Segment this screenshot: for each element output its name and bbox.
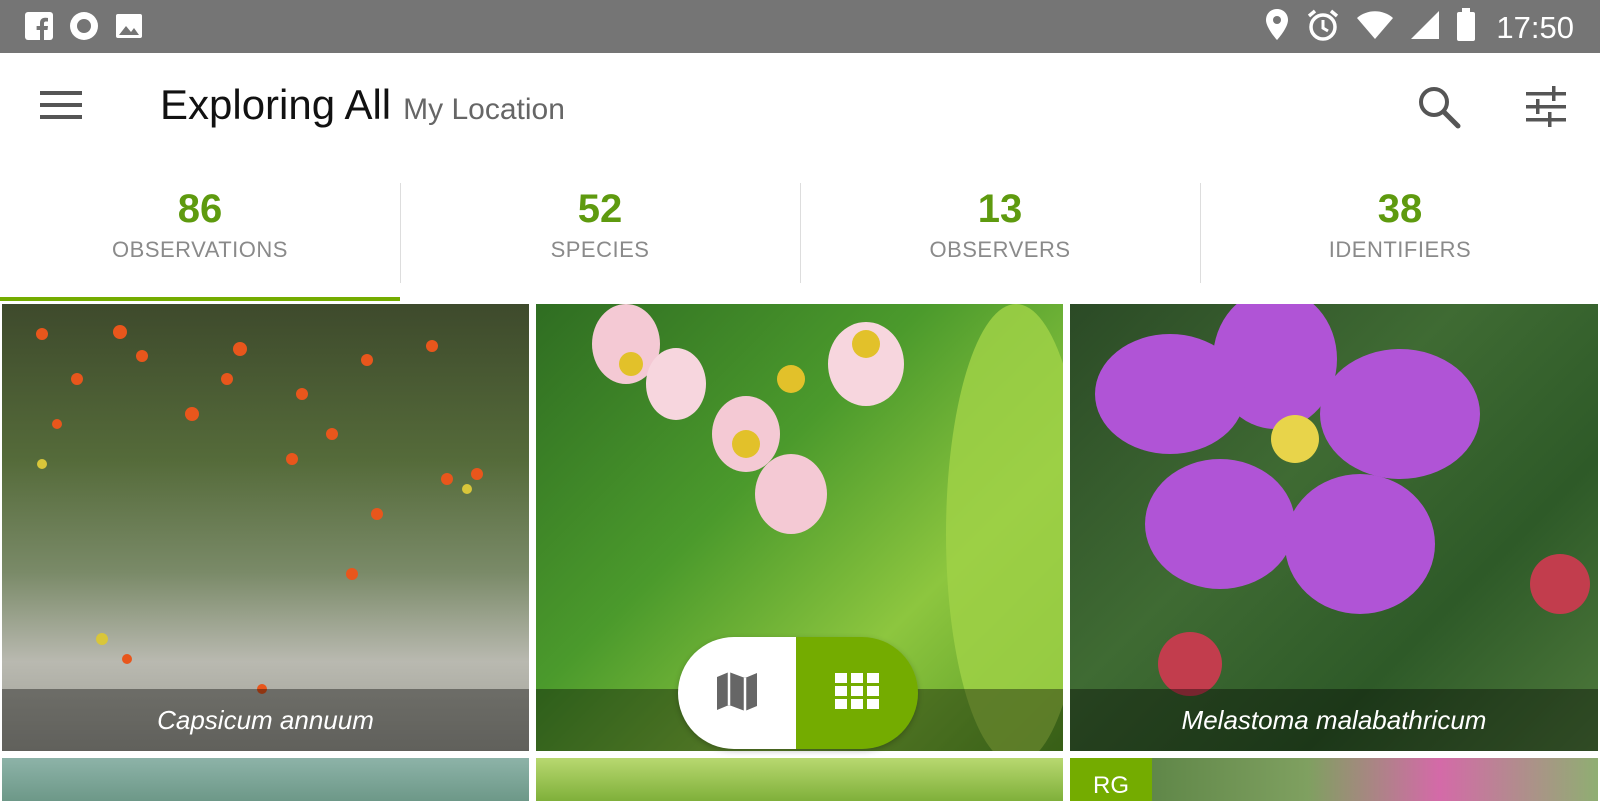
tab-observations[interactable]: 86 OBSERVATIONS <box>0 171 400 302</box>
tab-species[interactable]: 52 SPECIES <box>400 171 800 301</box>
view-toggle <box>678 637 918 749</box>
facebook-icon <box>24 11 54 46</box>
filter-button[interactable] <box>1522 83 1570 131</box>
species-label: SPECIES <box>550 237 650 262</box>
observation-tile[interactable] <box>2 758 529 801</box>
observations-count: 86 <box>177 187 223 231</box>
alarm-icon <box>1306 8 1340 47</box>
battery-icon <box>1456 8 1476 47</box>
identifiers-count: 38 <box>1377 187 1423 231</box>
filter-sliders-icon <box>1522 86 1570 135</box>
hamburger-menu-icon <box>38 91 84 129</box>
menu-button[interactable] <box>38 85 84 125</box>
observation-tile[interactable]: Capsicum annuum <box>2 304 529 751</box>
signal-icon <box>1410 10 1440 45</box>
research-grade-badge: RG <box>1070 758 1152 801</box>
plant-photo <box>1095 304 1590 696</box>
tab-identifiers[interactable]: 38 IDENTIFIERS <box>1200 171 1600 301</box>
observers-label: OBSERVERS <box>929 237 1071 262</box>
page-title-group: Exploring All My Location <box>160 81 565 129</box>
location-subtitle[interactable]: My Location <box>403 93 565 127</box>
tab-observers[interactable]: 13 OBSERVERS <box>800 171 1200 301</box>
tile-caption: Capsicum annuum <box>2 689 529 751</box>
image-icon <box>114 11 144 46</box>
observation-tile[interactable]: RG <box>1070 758 1598 801</box>
status-bar-time: 17:50 <box>1496 9 1574 45</box>
observation-tile[interactable] <box>536 758 1063 801</box>
page-title: Exploring All <box>160 81 392 128</box>
location-pin-icon <box>1264 8 1290 47</box>
tile-caption: Melastoma malabathricum <box>1070 689 1598 751</box>
status-bar-system: 17:50 <box>1264 8 1574 47</box>
observations-label: OBSERVATIONS <box>112 237 288 262</box>
status-bar: 17:50 <box>0 0 1600 53</box>
circle-notification-icon <box>68 10 100 47</box>
grid-view-button[interactable] <box>796 637 918 749</box>
search-button[interactable] <box>1415 83 1463 131</box>
map-view-button[interactable] <box>678 637 796 749</box>
observation-tile[interactable]: Melastoma malabathricum <box>1070 304 1598 751</box>
status-bar-notifications <box>24 10 144 47</box>
species-count: 52 <box>577 187 623 231</box>
app-bar: Exploring All My Location <box>0 53 1600 171</box>
plant-photo <box>36 325 483 694</box>
stats-tabs: 86 OBSERVATIONS 52 SPECIES 13 OBSERVERS … <box>0 171 1600 302</box>
search-icon <box>1415 87 1463 135</box>
grid-icon <box>835 672 879 714</box>
wifi-icon <box>1356 10 1394 45</box>
observers-count: 13 <box>977 187 1023 231</box>
identifiers-label: IDENTIFIERS <box>1328 237 1472 262</box>
map-icon <box>713 667 761 720</box>
